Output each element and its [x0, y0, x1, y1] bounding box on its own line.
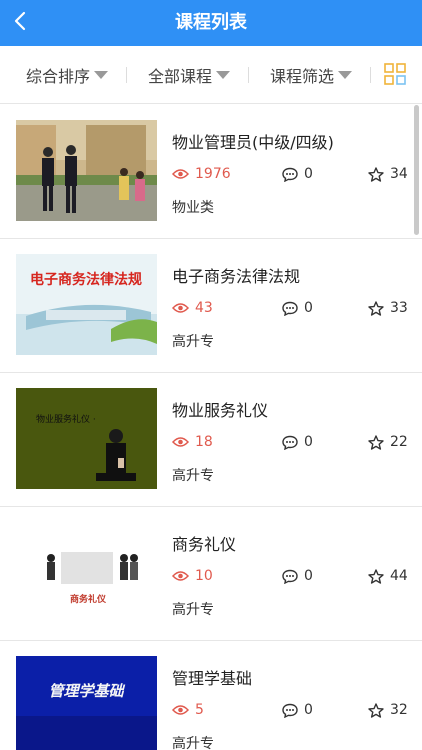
view-count-value: 5	[195, 702, 204, 718]
course-category: 高升专	[172, 602, 214, 618]
app-header: 课程列表	[0, 0, 422, 46]
course-item[interactable]: 管理学基础 管理学基础 5 0 32 高升专	[0, 641, 422, 750]
filter-course-filter-label: 课程筛选	[270, 67, 335, 86]
star-icon	[368, 300, 384, 316]
star-count: 34	[368, 164, 408, 184]
filter-sort[interactable]: 综合排序	[26, 46, 109, 104]
star-count-value: 33	[390, 300, 408, 316]
divider	[248, 67, 249, 83]
course-category: 高升专	[172, 736, 214, 750]
course-thumbnail: 商务礼仪	[16, 522, 157, 623]
course-item[interactable]: 电子商务法律法规 电子商务法律法规 43 0 33 高升专	[0, 239, 422, 373]
comment-count-value: 0	[304, 568, 313, 584]
comment-count-value: 0	[304, 702, 313, 718]
comment-count: 0	[282, 432, 313, 452]
divider	[370, 67, 371, 83]
view-count: 18	[172, 432, 213, 452]
thumbnail-text: 物业服务礼仪 ·	[36, 413, 96, 425]
course-title: 商务礼仪	[172, 535, 237, 554]
comment-icon	[282, 703, 298, 718]
filter-all-courses-label: 全部课程	[148, 67, 213, 86]
course-thumbnail: 电子商务法律法规	[16, 254, 157, 355]
caret-down-icon	[338, 71, 353, 79]
star-icon	[368, 166, 384, 182]
course-item[interactable]: 物业服务礼仪 · 物业服务礼仪 18 0 22 高升专	[0, 373, 422, 507]
comment-count: 0	[282, 164, 313, 184]
comment-icon	[282, 435, 298, 450]
filter-all-courses[interactable]: 全部课程	[148, 46, 231, 104]
star-count-value: 32	[390, 702, 408, 718]
scrollbar[interactable]	[414, 105, 419, 235]
view-count: 1976	[172, 164, 231, 184]
view-count: 43	[172, 298, 213, 318]
view-count-value: 1976	[195, 166, 231, 182]
course-category: 高升专	[172, 334, 214, 350]
star-icon	[368, 434, 384, 450]
star-count: 33	[368, 298, 408, 318]
comment-icon	[282, 569, 298, 584]
course-item[interactable]: 商务礼仪 商务礼仪 10 0 44 高升专	[0, 507, 422, 641]
comment-count-value: 0	[304, 300, 313, 316]
star-count-value: 22	[390, 434, 408, 450]
eye-icon	[172, 169, 189, 179]
comment-icon	[282, 301, 298, 316]
filter-bar: 综合排序 全部课程 课程筛选	[0, 46, 422, 104]
view-count-value: 43	[195, 300, 213, 316]
page-title: 课程列表	[175, 12, 247, 33]
comment-count-value: 0	[304, 166, 313, 182]
course-title: 电子商务法律法规	[172, 267, 301, 286]
course-item[interactable]: 物业管理员(中级/四级) 1976 0 34 物业类	[0, 105, 422, 239]
eye-icon	[172, 571, 189, 581]
view-count: 5	[172, 700, 204, 720]
comment-count: 0	[282, 298, 313, 318]
star-count-value: 44	[390, 568, 408, 584]
thumbnail-text: 电子商务法律法规	[30, 271, 142, 288]
caret-down-icon	[216, 71, 231, 79]
filter-sort-label: 综合排序	[26, 67, 91, 86]
eye-icon	[172, 437, 189, 447]
comment-count-value: 0	[304, 434, 313, 450]
caret-down-icon	[94, 71, 109, 79]
filter-course-filter[interactable]: 课程筛选	[270, 46, 353, 104]
course-title: 管理学基础	[172, 669, 253, 688]
thumbnail-text: 管理学基础	[48, 682, 125, 700]
divider	[126, 67, 127, 83]
view-count: 10	[172, 566, 213, 586]
view-count-value: 10	[195, 568, 213, 584]
star-count: 32	[368, 700, 408, 720]
course-title: 物业服务礼仪	[172, 401, 269, 420]
comment-count: 0	[282, 700, 313, 720]
star-count-value: 34	[390, 166, 408, 182]
course-category: 物业类	[172, 200, 214, 216]
star-icon	[368, 568, 384, 584]
thumbnail-text: 商务礼仪	[70, 593, 107, 605]
grid-icon[interactable]	[384, 63, 406, 85]
course-thumbnail: 物业服务礼仪 ·	[16, 388, 157, 489]
comment-count: 0	[282, 566, 313, 586]
course-category: 高升专	[172, 468, 214, 484]
star-icon	[368, 702, 384, 718]
eye-icon	[172, 303, 189, 313]
course-title: 物业管理员(中级/四级)	[172, 133, 334, 152]
view-count-value: 18	[195, 434, 213, 450]
course-list: 物业管理员(中级/四级) 1976 0 34 物业类 电子商务法律法规 电子商务…	[0, 105, 422, 750]
comment-icon	[282, 167, 298, 182]
course-thumbnail: 管理学基础	[16, 656, 157, 750]
star-count: 22	[368, 432, 408, 452]
course-thumbnail	[16, 120, 157, 221]
eye-icon	[172, 705, 189, 715]
star-count: 44	[368, 566, 408, 586]
